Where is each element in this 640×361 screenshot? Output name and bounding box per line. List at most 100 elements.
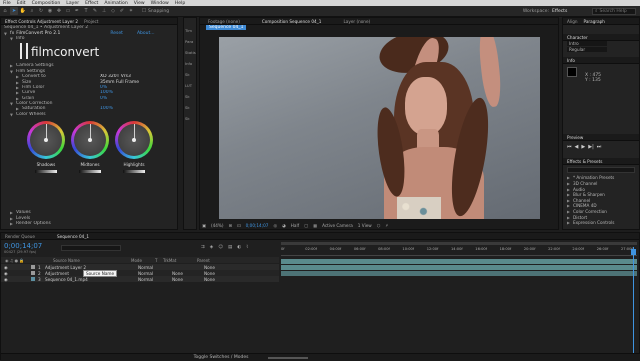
- viewer-timecode[interactable]: 0;00;14;07: [246, 223, 269, 228]
- tab-project[interactable]: Project: [84, 19, 98, 24]
- side-panel-tab[interactable]: Sk: [184, 94, 196, 105]
- comp-name-tab[interactable]: Sequence 04_1: [206, 25, 247, 31]
- comp-flowchart-icon[interactable]: ⇉: [201, 245, 205, 250]
- character-header[interactable]: Character: [567, 35, 588, 40]
- tab-align[interactable]: Align: [567, 19, 578, 24]
- effect-group-row[interactable]: ▶ Render Options: [10, 221, 51, 226]
- color-icon[interactable]: ◕: [282, 223, 286, 228]
- eraser-tool-icon[interactable]: ◇: [109, 7, 117, 15]
- layer-name[interactable]: Sequence 04_1.mp4: [45, 277, 138, 282]
- effects-category[interactable]: ▶ Expression Controls: [563, 220, 639, 226]
- work-area-bar[interactable]: [281, 242, 637, 245]
- parent-dropdown[interactable]: None: [204, 277, 215, 282]
- zoom-dropdown[interactable]: (44%): [211, 223, 224, 228]
- side-panel-tab[interactable]: Sk: [184, 72, 196, 83]
- track-matte-dropdown[interactable]: None: [164, 277, 204, 282]
- tab-paragraph[interactable]: Paragraph: [584, 19, 605, 24]
- menu-item-effect[interactable]: Effect: [85, 1, 98, 6]
- side-panel-tab[interactable]: Sk: [184, 116, 196, 127]
- menu-item-file[interactable]: File: [3, 1, 11, 6]
- side-panel-tab[interactable]: Statis: [184, 50, 196, 61]
- tab-layer[interactable]: Layer (none): [343, 19, 370, 24]
- effects-search-input[interactable]: [567, 167, 635, 174]
- info-header[interactable]: Info: [567, 58, 575, 63]
- composition-viewer[interactable]: [219, 37, 540, 219]
- menu-item-layer[interactable]: Layer: [66, 1, 79, 6]
- property-value[interactable]: 0%: [100, 96, 107, 101]
- type-tool-icon[interactable]: T: [82, 7, 90, 15]
- prev-frame-icon[interactable]: ◀: [575, 144, 579, 150]
- visibility-icon[interactable]: ◉: [1, 265, 9, 270]
- menu-item-help[interactable]: Help: [175, 1, 185, 6]
- property-value[interactable]: 100%: [100, 106, 113, 111]
- snapshot-icon[interactable]: ◎: [273, 223, 277, 228]
- time-ruler[interactable]: 0f 02:00f 04:00f 06:00f 08:00f 10:00f 12:00f 14…: [281, 247, 637, 256]
- preview-header[interactable]: Preview: [567, 135, 583, 140]
- side-panel-tab[interactable]: Sk: [184, 105, 196, 116]
- layer-bar-3[interactable]: [281, 271, 637, 276]
- tab-footage[interactable]: Footage (none): [208, 19, 240, 24]
- pen-tool-icon[interactable]: ✒: [73, 7, 81, 15]
- rotate-tool-icon[interactable]: ↻: [37, 7, 45, 15]
- layer-bar-1[interactable]: [281, 259, 637, 264]
- graph-editor-icon[interactable]: ⌇: [246, 245, 248, 250]
- reset-link[interactable]: Reset: [110, 31, 123, 36]
- home-icon[interactable]: ⌂: [1, 7, 9, 15]
- roto-brush-tool-icon[interactable]: ✐: [118, 7, 126, 15]
- layer-mode-dropdown[interactable]: Normal: [138, 271, 164, 276]
- last-frame-icon[interactable]: ⏭: [597, 144, 602, 150]
- menu-item-view[interactable]: View: [134, 1, 145, 6]
- parent-dropdown[interactable]: None: [204, 271, 215, 276]
- layer-name[interactable]: Adjustment Layer 2: [45, 265, 138, 270]
- zoom-slider[interactable]: [268, 356, 309, 359]
- shy-icon[interactable]: ☺: [218, 245, 223, 250]
- transparency-icon[interactable]: ▦: [313, 223, 317, 228]
- clone-stamp-tool-icon[interactable]: ⊥: [100, 7, 108, 15]
- puppet-tool-icon[interactable]: ✶: [127, 7, 135, 15]
- zoom-tool-icon[interactable]: ⌕: [28, 7, 36, 15]
- brush-tool-icon[interactable]: ✎: [91, 7, 99, 15]
- fast-preview-icon[interactable]: ⚡: [385, 223, 388, 228]
- menu-item-composition[interactable]: Composition: [32, 1, 61, 6]
- tab-sequence[interactable]: Sequence 04_1: [57, 234, 89, 239]
- font-dropdown[interactable]: Intro: [567, 41, 607, 47]
- timeline-timecode[interactable]: 0;00;14;07: [4, 242, 42, 250]
- side-panel-tab[interactable]: Tim: [184, 28, 196, 39]
- workspace-dropdown[interactable]: Effects: [552, 9, 592, 14]
- table-row[interactable]: ◉ 3 Sequence 04_1.mp4 Normal None None: [1, 276, 279, 282]
- motion-blur-icon[interactable]: ◐: [237, 245, 241, 250]
- toggle-switches-modes[interactable]: Toggle Switches / Modes: [194, 355, 249, 360]
- property-value[interactable]: XD 320T Vrs3: [100, 74, 131, 79]
- grid-icon[interactable]: ⊞: [229, 223, 233, 228]
- pan-behind-tool-icon[interactable]: ✥: [55, 7, 63, 15]
- parent-dropdown[interactable]: None: [204, 265, 215, 270]
- 3d-icon[interactable]: ⬡: [377, 223, 381, 228]
- time-indicator-handle[interactable]: [631, 249, 636, 255]
- property-value[interactable]: 35mm Full Frame: [100, 80, 139, 85]
- tab-composition[interactable]: Composition Sequence 04_1: [262, 19, 322, 24]
- side-panel-tab[interactable]: LUT: [184, 83, 196, 94]
- draft-3d-icon[interactable]: ◈: [210, 245, 213, 250]
- midtones-slider[interactable]: [79, 170, 101, 174]
- rectangle-tool-icon[interactable]: ▭: [64, 7, 72, 15]
- shadows-slider[interactable]: [35, 170, 57, 174]
- mask-icon[interactable]: ⊡: [237, 223, 241, 228]
- visibility-icon[interactable]: ◉: [1, 271, 9, 276]
- tab-render-queue[interactable]: Render Queue: [5, 234, 35, 239]
- camera-dropdown[interactable]: Active Camera: [322, 223, 353, 228]
- effects-presets-header[interactable]: Effects & Presets: [567, 159, 602, 164]
- hand-tool-icon[interactable]: ✋: [19, 7, 27, 15]
- resolution-dropdown[interactable]: Half: [291, 223, 299, 228]
- side-panel-tab[interactable]: Info: [184, 61, 196, 72]
- property-value[interactable]: 100%: [100, 90, 113, 95]
- play-icon[interactable]: ▶: [581, 144, 585, 150]
- track-matte-dropdown[interactable]: None: [164, 271, 204, 276]
- next-frame-icon[interactable]: ▶|: [588, 144, 594, 150]
- about-link[interactable]: About...: [137, 31, 155, 36]
- side-panel-tab[interactable]: Para: [184, 39, 196, 50]
- column-header-trkmat[interactable]: TrkMat: [163, 258, 197, 263]
- camera-tool-icon[interactable]: ◉: [46, 7, 54, 15]
- column-header-mode[interactable]: Mode: [131, 258, 155, 263]
- current-time-indicator[interactable]: [633, 247, 634, 357]
- always-preview-icon[interactable]: ▣: [202, 223, 206, 228]
